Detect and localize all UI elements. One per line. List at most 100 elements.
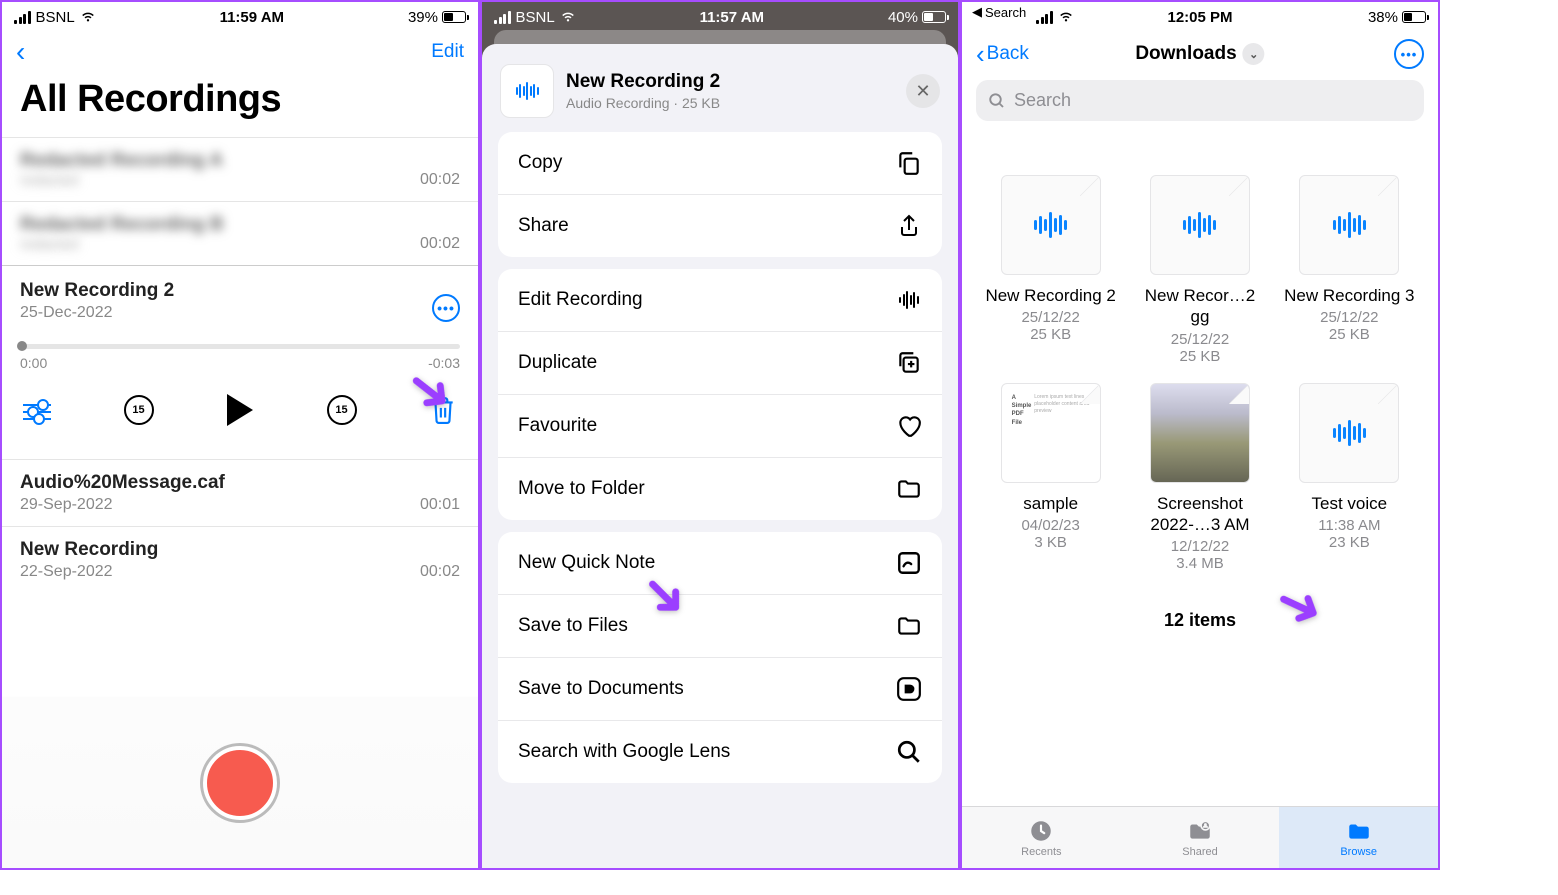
recording-date: 25-Dec-2022: [20, 304, 460, 322]
sheet-header: New Recording 2 Audio Recording · 25 KB …: [498, 60, 942, 132]
file-size: 3 KB: [984, 534, 1117, 551]
audio-icon: [500, 64, 554, 118]
recording-date: 22-Sep-2022: [20, 563, 460, 581]
back-button[interactable]: ‹: [16, 36, 25, 68]
move-to-folder-action[interactable]: Move to Folder: [498, 457, 942, 520]
file-size: 25 KB: [1133, 348, 1266, 365]
file-size: 25 KB: [984, 326, 1117, 343]
file-item[interactable]: New Recording 3 25/12/2225 KB: [1283, 175, 1416, 365]
waveform-icon: [896, 287, 922, 313]
status-bar: BSNL 11:57 AM 40%: [482, 2, 958, 32]
share-sheet-screen: BSNL 11:57 AM 40% New Recording 2 Audio …: [480, 0, 960, 870]
file-date: 25/12/22: [1133, 331, 1266, 348]
favourite-action[interactable]: Favourite: [498, 394, 942, 457]
recording-item[interactable]: New Recording 22-Sep-2022 00:02: [2, 526, 478, 593]
skip-back-button[interactable]: 15: [122, 393, 156, 427]
file-date: 25/12/22: [1283, 309, 1416, 326]
shared-folder-icon: [1187, 818, 1213, 844]
heart-icon: [896, 413, 922, 439]
file-item[interactable]: A Simple PDF FileLorem ipsum text lines …: [984, 383, 1117, 573]
recording-item-selected: New Recording 2 25-Dec-2022 ••• 0:00 -0:…: [2, 265, 478, 459]
more-button[interactable]: •••: [432, 294, 460, 322]
recording-item[interactable]: Redacted Recording A redacted 00:02: [2, 137, 478, 201]
battery-icon: [1402, 11, 1426, 23]
file-date: 25/12/22: [984, 309, 1117, 326]
edit-recording-action[interactable]: Edit Recording: [498, 269, 942, 331]
wifi-icon: [80, 11, 96, 23]
file-name: sample: [984, 493, 1117, 514]
recording-item[interactable]: Redacted Recording B redacted 00:02: [2, 201, 478, 265]
quick-note-icon: [896, 550, 922, 576]
record-button[interactable]: [203, 746, 277, 820]
options-icon[interactable]: [20, 393, 54, 427]
duration: 00:01: [420, 496, 460, 514]
wifi-icon: [1058, 11, 1074, 23]
copy-action[interactable]: Copy: [498, 132, 942, 194]
file-name: Test voice: [1283, 493, 1416, 514]
nav-bar: ‹ Edit: [2, 32, 478, 72]
share-action[interactable]: Share: [498, 194, 942, 257]
back-button[interactable]: ‹Back: [976, 39, 1029, 70]
duplicate-action[interactable]: Duplicate: [498, 331, 942, 394]
skip-forward-button[interactable]: 15: [325, 393, 359, 427]
file-size: 3.4 MB: [1133, 555, 1266, 572]
progress-bar[interactable]: [20, 344, 460, 349]
audio-file-icon: [1299, 383, 1399, 483]
new-quick-note-action[interactable]: New Quick Note: [498, 532, 942, 594]
files-app-screen: ◀ Search 12:05 PM 38% ‹Back Downloads⌄ •…: [960, 0, 1440, 870]
file-name: New Recor…2 gg: [1133, 285, 1266, 328]
search-input[interactable]: Search: [976, 80, 1424, 121]
more-button[interactable]: •••: [1394, 39, 1424, 69]
file-name: New Recording 3: [1283, 285, 1416, 306]
page-title: All Recordings: [2, 72, 478, 137]
edit-button[interactable]: Edit: [431, 41, 464, 63]
chevron-down-icon[interactable]: ⌄: [1243, 43, 1265, 65]
tab-browse[interactable]: Browse: [1279, 807, 1438, 868]
breadcrumb-back[interactable]: ◀ Search: [972, 4, 1026, 20]
file-size: 25 KB: [1283, 326, 1416, 343]
file-item[interactable]: New Recor…2 gg 25/12/2225 KB: [1133, 175, 1266, 365]
save-to-files-action[interactable]: Save to Files: [498, 594, 942, 657]
battery-icon: [922, 11, 946, 23]
file-item[interactable]: New Recording 2 25/12/2225 KB: [984, 175, 1117, 365]
folder-icon: [1346, 818, 1372, 844]
recording-item[interactable]: Audio%20Message.caf 29-Sep-2022 00:01: [2, 459, 478, 526]
folder-icon: [896, 476, 922, 502]
audio-file-icon: [1299, 175, 1399, 275]
battery-percent: 39%: [408, 9, 438, 26]
play-button[interactable]: [223, 393, 257, 427]
audio-file-icon: [1150, 175, 1250, 275]
time-current: 0:00: [20, 355, 47, 371]
clock: 12:05 PM: [1167, 9, 1232, 26]
google-lens-action[interactable]: Search with Google Lens: [498, 720, 942, 783]
save-to-documents-action[interactable]: Save to Documents: [498, 657, 942, 720]
file-item[interactable]: Screenshot 2022-…3 AM12/12/223.4 MB: [1133, 383, 1266, 573]
sheet-subtitle: Audio Recording · 25 KB: [566, 95, 720, 111]
file-name: New Recording 2: [984, 285, 1117, 306]
page-title: Downloads⌄: [1135, 43, 1264, 65]
pdf-file-icon: A Simple PDF FileLorem ipsum text lines …: [1001, 383, 1101, 483]
tab-recents[interactable]: Recents: [962, 807, 1121, 868]
documents-app-icon: [896, 676, 922, 702]
search-placeholder: Search: [1014, 90, 1071, 111]
carrier-label: BSNL: [516, 9, 555, 26]
clock: 11:59 AM: [220, 9, 284, 26]
copy-icon: [896, 150, 922, 176]
file-size: 23 KB: [1283, 534, 1416, 551]
audio-file-icon: [1001, 175, 1101, 275]
recording-date: 29-Sep-2022: [20, 496, 460, 514]
recording-name: Redacted Recording B: [20, 214, 460, 236]
battery-icon: [442, 11, 466, 23]
file-date: 12/12/22: [1133, 538, 1266, 555]
tab-shared[interactable]: Shared: [1121, 807, 1280, 868]
clock: 11:57 AM: [700, 9, 764, 26]
duplicate-icon: [896, 350, 922, 376]
duration: 00:02: [420, 235, 460, 253]
duration: 00:02: [420, 171, 460, 189]
file-item[interactable]: Test voice11:38 AM23 KB: [1283, 383, 1416, 573]
duration: 00:02: [420, 563, 460, 581]
close-button[interactable]: ✕: [906, 74, 940, 108]
image-file-icon: [1150, 383, 1250, 483]
signal-icon: [494, 11, 511, 24]
recording-date: redacted: [20, 172, 460, 189]
